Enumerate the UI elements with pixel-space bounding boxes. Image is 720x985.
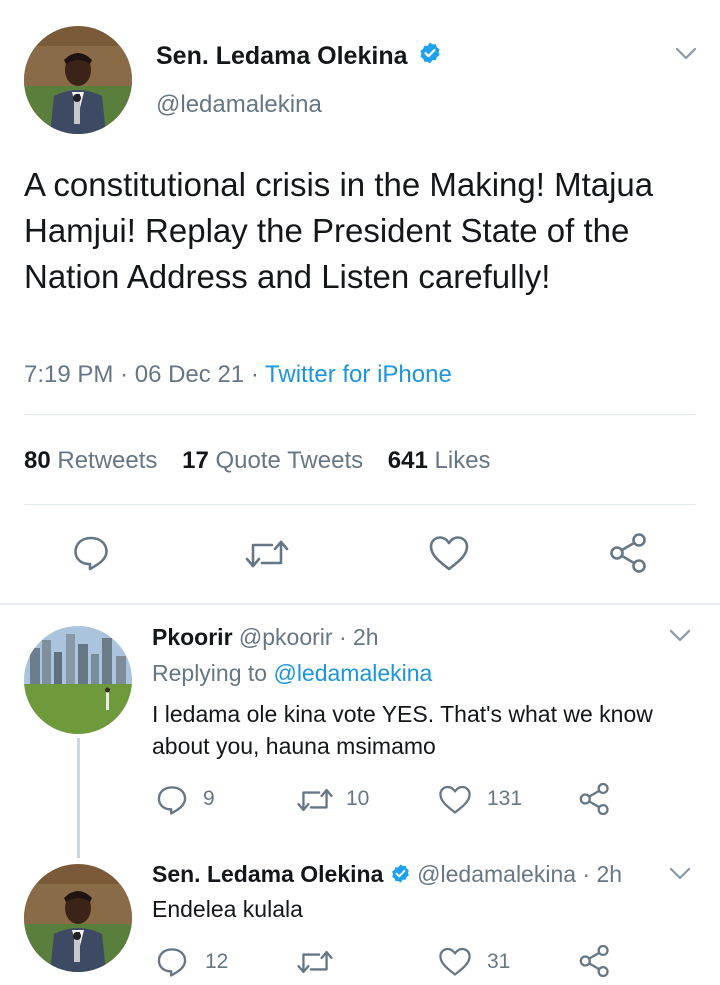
quotes-label: Quote Tweets <box>215 447 364 474</box>
avatar-image <box>24 864 132 972</box>
chevron-down-icon[interactable] <box>668 866 692 882</box>
reply-icon[interactable] <box>156 784 188 816</box>
replying-to-handle[interactable]: @ledamalekina <box>273 660 432 686</box>
tweet-time: 7:19 PM <box>24 361 114 388</box>
section-divider <box>0 603 720 605</box>
tweet-text: A constitutional crisis in the Making! M… <box>24 166 654 295</box>
reply-author-avatar[interactable] <box>24 864 132 972</box>
quotes-stat[interactable]: 17 Quote Tweets <box>182 447 370 474</box>
share-icon[interactable] <box>608 532 650 574</box>
reply-author-handle[interactable]: @ledamalekina <box>417 861 576 887</box>
reply-author-avatar[interactable] <box>24 626 132 734</box>
like-count: 31 <box>487 950 511 973</box>
main-author-avatar[interactable] <box>24 26 132 134</box>
like-icon[interactable] <box>428 534 470 572</box>
reply-count: 12 <box>205 950 229 973</box>
retweets-count: 80 <box>24 447 51 474</box>
tweet-stats: 80 Retweets 17 Quote Tweets 641 Likes <box>24 446 491 476</box>
avatar-image <box>24 626 132 734</box>
chevron-down-icon[interactable] <box>668 628 692 644</box>
tweet-date: 06 Dec 21 <box>134 361 245 388</box>
reply-time: · 2h <box>338 624 379 650</box>
reply-author-name[interactable]: Sen. Ledama Olekina <box>152 861 383 887</box>
reply-author-name[interactable]: Pkoorir <box>152 624 233 650</box>
verified-badge-icon <box>418 41 442 73</box>
likes-label: Likes <box>434 447 491 474</box>
quotes-count: 17 <box>182 447 209 474</box>
likes-stat[interactable]: 641 Likes <box>388 447 491 474</box>
main-author-handle[interactable]: @ledamalekina <box>156 90 322 120</box>
tweet-source-link[interactable]: Twitter for iPhone <box>265 361 452 388</box>
like-count: 131 <box>487 787 523 810</box>
reply-icon[interactable] <box>72 534 110 572</box>
reply-icon[interactable] <box>156 946 188 978</box>
main-author-name[interactable]: Sen. Ledama Olekina <box>156 42 408 70</box>
retweet-count: 10 <box>346 787 370 810</box>
reply-time: · 2h <box>582 861 623 887</box>
divider <box>24 414 696 415</box>
reply-text: I ledama ole kina vote YES. That's what … <box>152 701 653 759</box>
retweet-icon[interactable] <box>296 785 334 815</box>
like-icon[interactable] <box>438 784 472 815</box>
likes-count: 641 <box>387 447 428 474</box>
share-icon[interactable] <box>578 782 612 816</box>
divider <box>24 504 696 505</box>
reply-text: Endelea kulala <box>152 896 303 922</box>
reply-count: 9 <box>203 787 215 810</box>
replying-to-label: Replying to <box>152 660 268 686</box>
retweets-label: Retweets <box>57 447 158 474</box>
retweet-icon[interactable] <box>296 947 334 977</box>
retweet-icon[interactable] <box>244 536 290 572</box>
thread-line <box>77 738 80 858</box>
like-icon[interactable] <box>438 946 472 977</box>
meta-separator: · <box>250 361 259 388</box>
avatar-image <box>24 26 132 134</box>
retweets-stat[interactable]: 80 Retweets <box>24 447 164 474</box>
share-icon[interactable] <box>578 944 612 978</box>
verified-badge-icon <box>390 861 411 891</box>
meta-separator: · <box>120 361 129 388</box>
reply-author-handle[interactable]: @pkoorir <box>239 624 333 650</box>
chevron-down-icon[interactable] <box>674 46 698 62</box>
